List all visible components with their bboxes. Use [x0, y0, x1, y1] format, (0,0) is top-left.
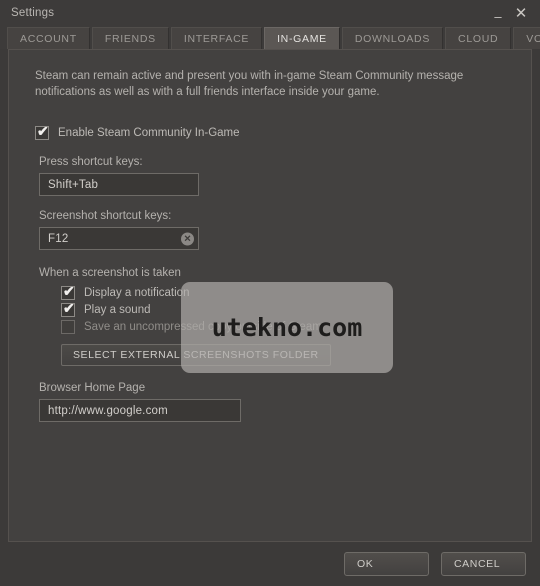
press-shortcut-keys-value: Shift+Tab	[48, 178, 99, 191]
screenshot-shortcut-keys-label: Screenshot shortcut keys:	[39, 210, 172, 222]
in-game-description: Steam can remain active and present you …	[35, 70, 464, 98]
window-controls: – ✕	[491, 6, 534, 23]
cancel-button[interactable]: CANCEL	[441, 552, 526, 576]
play-sound-label: Play a sound	[84, 304, 151, 316]
screenshot-shortcut-keys-value: F12	[48, 232, 69, 245]
clear-screenshot-shortcut-icon[interactable]: ✕	[181, 232, 194, 245]
settings-panel: Steam can remain active and present you …	[8, 49, 532, 542]
checkmark-icon: ✔	[63, 300, 75, 316]
tab-bar: ACCOUNT FRIENDS INTERFACE IN-GAME DOWNLO…	[0, 26, 540, 49]
press-shortcut-keys-label: Press shortcut keys:	[39, 156, 143, 168]
display-notification-checkbox[interactable]: ✔	[61, 283, 75, 300]
browser-home-page-value: http://www.google.com	[48, 404, 168, 417]
enable-community-in-game-checkbox[interactable]: ✔	[35, 123, 49, 140]
screenshot-shortcut-keys-input[interactable]: F12 ✕	[39, 227, 199, 250]
press-shortcut-keys-input[interactable]: Shift+Tab	[39, 173, 199, 196]
in-game-settings-content: Steam can remain active and present you …	[9, 50, 531, 541]
close-icon[interactable]: ✕	[514, 6, 528, 21]
enable-community-in-game-checkbox-row[interactable]: ✔ Enable Steam Community In-Game	[35, 123, 509, 140]
browser-home-page-label: Browser Home Page	[39, 382, 146, 394]
tab-in-game[interactable]: IN-GAME	[264, 27, 340, 49]
settings-window: Settings – ✕ ACCOUNT FRIENDS INTERFACE I…	[0, 0, 540, 586]
tab-account[interactable]: ACCOUNT	[7, 27, 90, 49]
tab-downloads[interactable]: DOWNLOADS	[341, 27, 444, 49]
display-notification-checkbox-row[interactable]: ✔ Display a notification	[61, 283, 509, 300]
save-uncompressed-copy-checkbox-row[interactable]: Save an uncompressed copy outside of Ste…	[61, 320, 509, 334]
save-uncompressed-copy-label: Save an uncompressed copy outside of Ste…	[84, 321, 322, 333]
window-title: Settings	[11, 7, 55, 19]
enable-community-in-game-label: Enable Steam Community In-Game	[58, 127, 240, 139]
play-sound-checkbox[interactable]: ✔	[61, 300, 75, 317]
select-external-screenshots-folder-button[interactable]: SELECT EXTERNAL SCREENSHOTS FOLDER	[61, 344, 331, 366]
screenshot-taken-section-label: When a screenshot is taken	[39, 267, 181, 279]
browser-home-page-input[interactable]: http://www.google.com	[39, 399, 241, 422]
play-sound-checkbox-row[interactable]: ✔ Play a sound	[61, 300, 509, 317]
dialog-footer: OK CANCEL	[0, 542, 540, 586]
tab-cloud[interactable]: CLOUD	[445, 27, 512, 49]
tab-interface[interactable]: INTERFACE	[170, 27, 263, 49]
tab-friends[interactable]: FRIENDS	[91, 27, 169, 49]
ok-button[interactable]: OK	[344, 552, 429, 576]
minimize-icon[interactable]: –	[491, 10, 505, 23]
display-notification-label: Display a notification	[84, 287, 190, 299]
tab-voice[interactable]: VOICE	[513, 27, 540, 49]
title-bar: Settings – ✕	[0, 0, 540, 26]
checkmark-icon: ✔	[37, 123, 49, 139]
save-uncompressed-copy-checkbox[interactable]	[61, 320, 75, 334]
checkmark-icon: ✔	[63, 283, 75, 299]
